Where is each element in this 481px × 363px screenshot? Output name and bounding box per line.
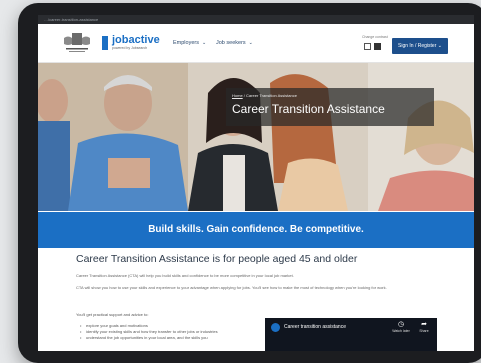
support-text: You'll get practical support and advice … — [76, 312, 149, 317]
breadcrumb: Home / Career Transition Assistance — [232, 93, 297, 98]
hero-photo — [38, 63, 474, 211]
content-heading: Career Transition Assistance is for peop… — [76, 253, 358, 265]
sign-in-label: Sign In / Register — [398, 43, 437, 49]
address-bar[interactable]: …/career-transition-assistance — [38, 15, 474, 24]
nav-employers[interactable]: Employers ⌄ — [173, 40, 206, 46]
chevron-down-icon: ⌄ — [248, 40, 253, 46]
site-header: jobactive powered by Jobsearch Employers… — [38, 24, 474, 63]
hero-title-box: Home / Career Transition Assistance Care… — [226, 88, 434, 126]
video-title[interactable]: Career transition assistance — [284, 324, 346, 330]
share-button[interactable]: ➦ Share — [415, 320, 433, 333]
logo-mark-icon — [102, 36, 108, 50]
share-icon: ➦ — [421, 321, 427, 328]
intro-paragraph: Career Transition Assistance (CTA) will … — [76, 273, 294, 278]
browser-screen: …/career-transition-assistance jobactive… — [38, 15, 474, 351]
nav-employers-label: Employers — [173, 40, 199, 46]
logo-name: jobactive — [112, 34, 160, 46]
clock-icon: ◷ — [397, 321, 405, 328]
breadcrumb-home[interactable]: Home — [232, 93, 243, 98]
logo-tagline: powered by Jobsearch — [112, 46, 148, 50]
contrast-dark-toggle[interactable] — [374, 43, 381, 50]
breadcrumb-separator: / — [243, 93, 245, 98]
chevron-down-icon: ⌄ — [201, 40, 207, 46]
share-label: Share — [419, 329, 429, 333]
channel-avatar-icon[interactable] — [271, 323, 280, 332]
contrast-label: Change contrast — [362, 35, 388, 39]
cta-paragraph: CTA will show you how to use your skills… — [76, 285, 387, 290]
watch-later-button[interactable]: ◷ Watch later — [391, 320, 411, 333]
contrast-light-toggle[interactable] — [364, 43, 371, 50]
video-player[interactable]: Career transition assistance ◷ Watch lat… — [265, 318, 437, 351]
chevron-down-icon: ⌄ — [437, 43, 442, 49]
breadcrumb-current: Career Transition Assistance — [246, 93, 297, 98]
sign-in-register-button[interactable]: Sign In / Register ⌄ — [392, 38, 448, 54]
tagline-banner: Build skills. Gain confidence. Be compet… — [38, 212, 474, 248]
page-title: Career Transition Assistance — [232, 102, 385, 116]
nav-job-seekers-label: Job seekers — [216, 40, 246, 46]
list-item: understand the job opportunities in your… — [80, 335, 265, 341]
support-list: explore your goals and motivations ident… — [80, 323, 265, 341]
nav-job-seekers[interactable]: Job seekers ⌄ — [216, 40, 253, 46]
watch-later-label: Watch later — [392, 329, 410, 333]
government-crest-logo[interactable] — [62, 32, 92, 54]
hero-image: Home / Career Transition Assistance Care… — [38, 63, 474, 211]
